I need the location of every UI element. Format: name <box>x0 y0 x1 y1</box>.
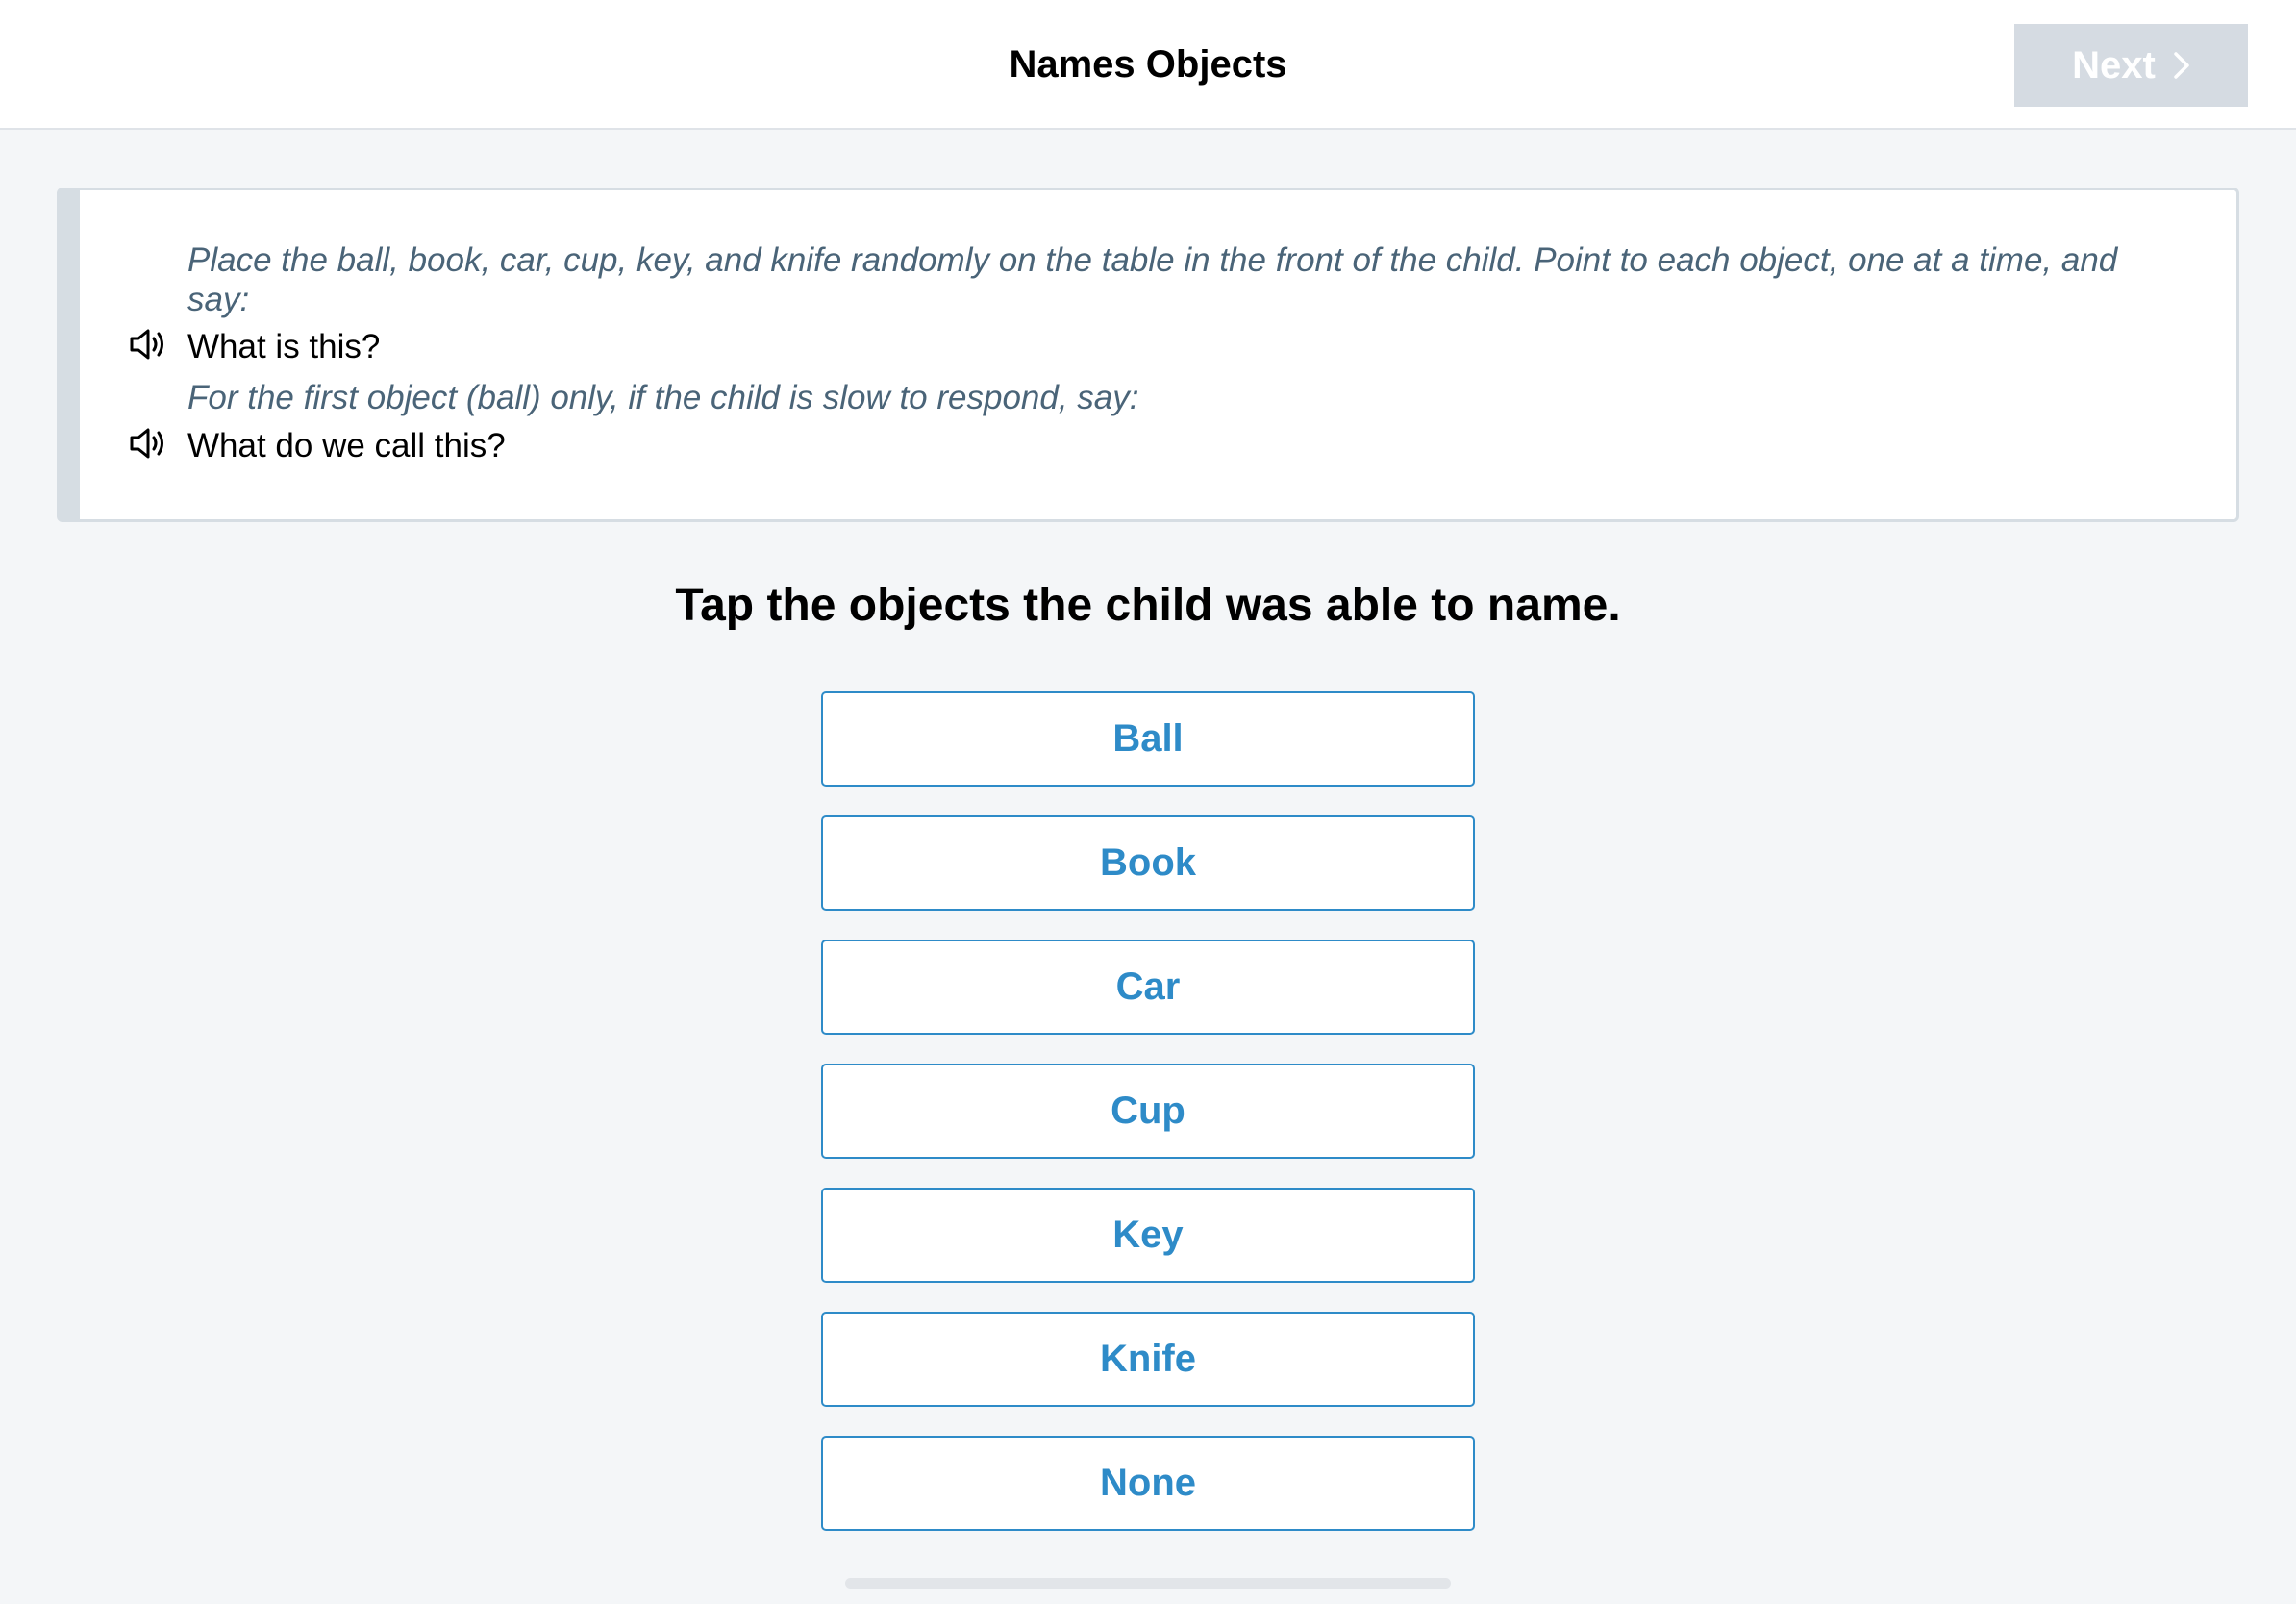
instruction-note: For the first object (ball) only, if the… <box>187 379 1139 416</box>
scroll-indicator[interactable] <box>845 1578 1451 1589</box>
option-button-none[interactable]: None <box>821 1436 1475 1531</box>
speaker-icon[interactable] <box>128 324 168 364</box>
spoken-prompt: What is this? <box>187 328 381 365</box>
option-button-book[interactable]: Book <box>821 815 1475 911</box>
option-button-ball[interactable]: Ball <box>821 691 1475 787</box>
option-button-key[interactable]: Key <box>821 1188 1475 1283</box>
question-heading: Tap the objects the child was able to na… <box>675 580 1621 631</box>
next-button[interactable]: Next <box>2014 24 2248 107</box>
top-bar: Names Objects Next <box>0 0 2296 130</box>
speaker-icon[interactable] <box>128 423 168 464</box>
chevron-right-icon <box>2174 52 2189 79</box>
spoken-prompt: What do we call this? <box>187 427 506 464</box>
option-button-car[interactable]: Car <box>821 940 1475 1035</box>
option-button-cup[interactable]: Cup <box>821 1064 1475 1159</box>
option-button-knife[interactable]: Knife <box>821 1312 1475 1407</box>
instruction-note: Place the ball, book, car, cup, key, and… <box>187 241 2118 318</box>
instructions-panel: Place the ball, book, car, cup, key, and… <box>57 188 2239 522</box>
page-title: Names Objects <box>1009 43 1287 86</box>
next-button-label: Next <box>2072 43 2156 87</box>
